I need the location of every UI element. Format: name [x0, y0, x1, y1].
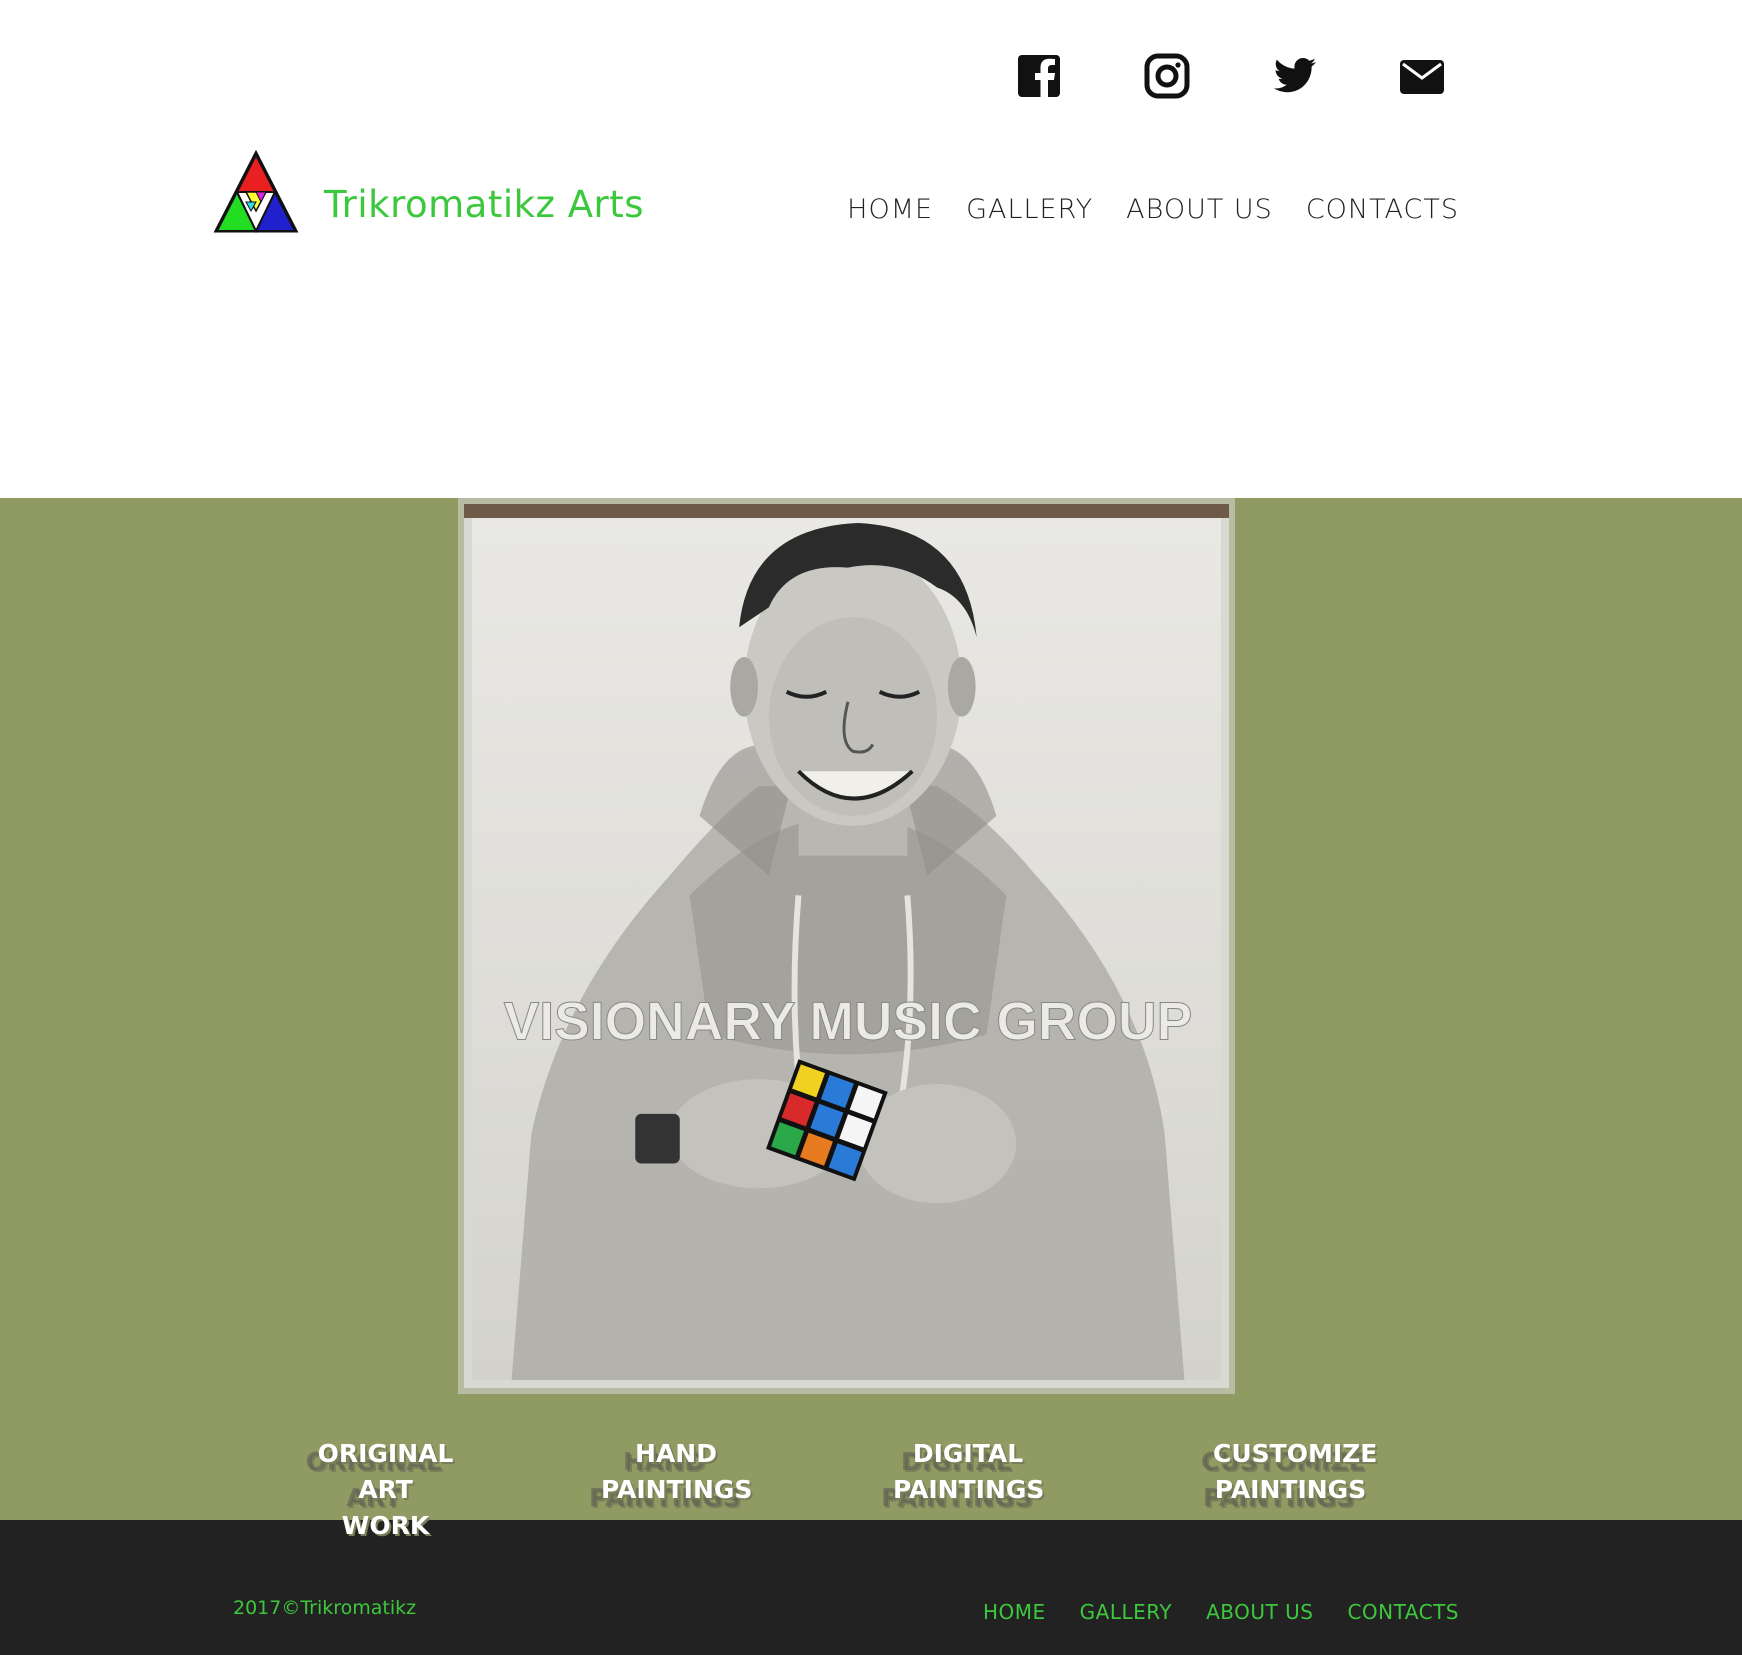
twitter-icon	[1273, 58, 1316, 93]
facebook-link[interactable]	[1011, 48, 1067, 104]
facebook-icon	[1018, 55, 1060, 97]
category-digital-paintings[interactable]: DIGITAL PAINTINGS DIGITAL PAINTINGS	[881, 1436, 1045, 1512]
category-customize-paintings[interactable]: CUSTOMIZE PAINTINGS CUSTOMIZE PAINTINGS	[1201, 1436, 1377, 1512]
footer-nav-gallery[interactable]: GALLERY	[1080, 1600, 1172, 1624]
category-original-art-work[interactable]: ORIGINAL ARTWORK ORIGINAL ARTWORK	[298, 1436, 473, 1548]
featured-painting[interactable]: VISIONARY MUSIC GROUP	[458, 498, 1235, 1394]
footer-nav: HOME GALLERY ABOUT US CONTACTS	[983, 1600, 1459, 1624]
category-label-line1: HAND	[635, 1439, 717, 1468]
nav-about-us[interactable]: ABOUT US	[1126, 194, 1273, 225]
brand-name[interactable]: Trikromatikz Arts	[324, 183, 644, 226]
email-link[interactable]	[1394, 48, 1450, 104]
portrait-drawing: VISIONARY MUSIC GROUP	[503, 522, 1193, 1380]
nav-gallery[interactable]: GALLERY	[966, 194, 1093, 225]
instagram-icon	[1144, 53, 1190, 99]
category-links: ORIGINAL ARTWORK ORIGINAL ARTWORK HANDPA…	[0, 1436, 1742, 1548]
painting-wall-strip	[464, 504, 1229, 518]
category-label-line2: PAINTINGS	[1214, 1475, 1367, 1504]
footer-nav-home[interactable]: HOME	[983, 1600, 1046, 1624]
footer-nav-about-us[interactable]: ABOUT US	[1206, 1600, 1313, 1624]
category-label-line1: ORIGINAL ART	[317, 1439, 454, 1504]
category-label-line2: WORK	[341, 1511, 430, 1540]
twitter-link[interactable]	[1267, 48, 1323, 104]
logo[interactable]	[213, 149, 299, 234]
category-label-line1: CUSTOMIZE	[1213, 1439, 1378, 1468]
category-label-line1: DIGITAL	[912, 1439, 1024, 1468]
envelope-icon	[1400, 60, 1444, 94]
category-label-line2: PAINTINGS	[601, 1475, 753, 1504]
footer-copyright: 2017©Trikromatikz	[233, 1597, 417, 1619]
category-hand-paintings[interactable]: HAND PAINTINGS HAND PAINTINGS	[589, 1436, 753, 1512]
painting-canvas: VISIONARY MUSIC GROUP	[472, 518, 1221, 1380]
triangle-logo-icon	[213, 149, 299, 234]
nav-contacts[interactable]: CONTACTS	[1306, 194, 1459, 225]
category-label-line2: PAINTINGS	[893, 1475, 1045, 1504]
painting-hoodie-text: VISIONARY MUSIC GROUP	[504, 992, 1193, 1051]
footer-nav-contacts[interactable]: CONTACTS	[1347, 1600, 1459, 1624]
instagram-link[interactable]	[1139, 48, 1195, 104]
main-nav: HOME GALLERY ABOUT US CONTACTS	[847, 194, 1459, 225]
nav-home[interactable]: HOME	[847, 194, 933, 225]
footer	[0, 1520, 1742, 1655]
